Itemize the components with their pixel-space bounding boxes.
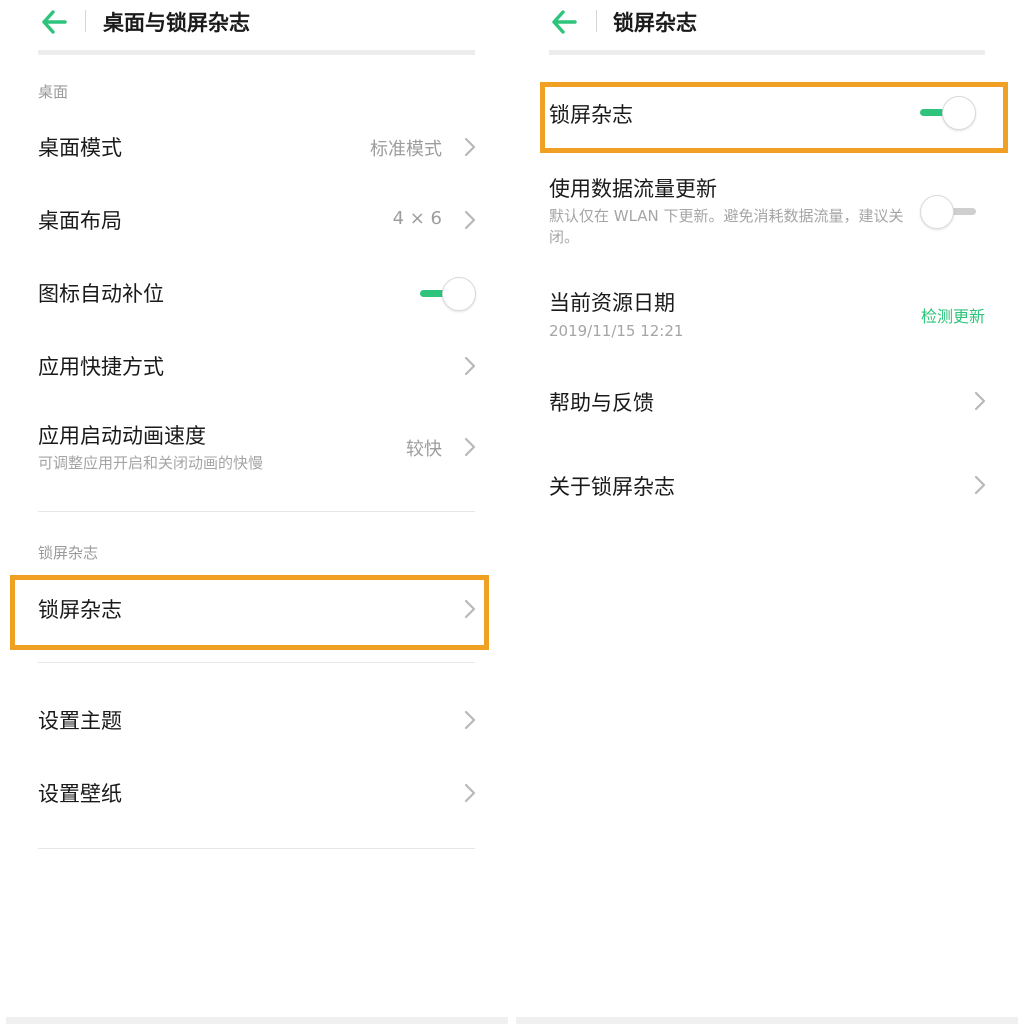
row-title: 设置主题 xyxy=(38,705,122,735)
section-label-lock-magazine: 锁屏杂志 xyxy=(38,542,98,563)
row-subtitle: 默认仅在 WLAN 下更新。避免消耗数据流量，建议关闭。 xyxy=(549,206,909,248)
header-separator xyxy=(596,10,597,32)
desktop-layout-row[interactable]: 桌面布局 4 × 6 xyxy=(0,193,512,249)
help-feedback-row[interactable]: 帮助与反馈 xyxy=(512,372,1024,430)
arrow-left-icon xyxy=(549,8,579,36)
row-title: 锁屏杂志 xyxy=(549,99,633,129)
toggle-knob xyxy=(942,96,976,130)
about-row[interactable]: 关于锁屏杂志 xyxy=(512,456,1024,514)
check-update-link[interactable]: 检测更新 xyxy=(921,303,985,327)
toggle-knob xyxy=(442,277,476,311)
section-divider xyxy=(38,511,475,512)
section-divider xyxy=(38,662,475,663)
row-title: 桌面布局 xyxy=(38,205,122,235)
icon-autofill-toggle[interactable] xyxy=(420,276,476,312)
row-value: 标准模式 xyxy=(370,135,442,161)
row-title: 图标自动补位 xyxy=(38,278,164,308)
arrow-left-icon xyxy=(39,8,69,36)
chevron-right-icon xyxy=(973,390,987,412)
data-update-toggle[interactable] xyxy=(920,194,976,230)
header: 锁屏杂志 xyxy=(512,0,1024,44)
chevron-right-icon xyxy=(463,598,477,620)
chevron-right-icon xyxy=(463,355,477,377)
app-shortcuts-row[interactable]: 应用快捷方式 xyxy=(0,339,512,395)
row-title: 桌面模式 xyxy=(38,132,122,162)
desktop-lockscreen-settings-panel: 桌面与锁屏杂志 桌面 桌面模式 标准模式 桌面布局 4 × 6 图标自动补位 xyxy=(0,0,512,1024)
chevron-right-icon xyxy=(463,136,477,158)
header-divider xyxy=(549,50,985,55)
section-divider xyxy=(38,848,475,849)
row-title: 使用数据流量更新 xyxy=(549,173,717,203)
row-title: 应用启动动画速度 xyxy=(38,420,206,450)
lock-magazine-settings-panel: 锁屏杂志 锁屏杂志 使用数据流量更新 默认仅在 WLAN 下更新。避免消耗数据流… xyxy=(512,0,1024,1024)
chevron-right-icon xyxy=(973,474,987,496)
row-title: 设置壁纸 xyxy=(38,778,122,808)
header: 桌面与锁屏杂志 xyxy=(0,0,512,44)
set-theme-row[interactable]: 设置主题 xyxy=(0,692,512,748)
row-title: 关于锁屏杂志 xyxy=(549,471,675,501)
chevron-right-icon xyxy=(463,209,477,231)
resource-date-row: 当前资源日期 2019/11/15 12:21 检测更新 xyxy=(512,275,1024,355)
desktop-mode-row[interactable]: 桌面模式 标准模式 xyxy=(0,120,512,176)
row-subtitle: 可调整应用开启和关闭动画的快慢 xyxy=(38,453,263,474)
page-title: 桌面与锁屏杂志 xyxy=(103,7,250,37)
screen: 桌面与锁屏杂志 桌面 桌面模式 标准模式 桌面布局 4 × 6 图标自动补位 xyxy=(0,0,1024,1024)
chevron-right-icon xyxy=(463,436,477,458)
chevron-right-icon xyxy=(463,782,477,804)
lock-magazine-row[interactable]: 锁屏杂志 xyxy=(0,580,512,640)
page-title: 锁屏杂志 xyxy=(613,7,697,37)
data-update-row[interactable]: 使用数据流量更新 默认仅在 WLAN 下更新。避免消耗数据流量，建议关闭。 xyxy=(512,160,1024,260)
row-title: 应用快捷方式 xyxy=(38,351,164,381)
row-title: 帮助与反馈 xyxy=(549,387,654,417)
row-title: 当前资源日期 xyxy=(549,287,675,317)
row-value: 4 × 6 xyxy=(393,208,442,229)
launch-animation-row[interactable]: 应用启动动画速度 可调整应用开启和关闭动画的快慢 较快 xyxy=(0,410,512,486)
section-label-desktop: 桌面 xyxy=(38,81,68,102)
toggle-knob xyxy=(920,195,954,229)
row-subtitle: 2019/11/15 12:21 xyxy=(549,321,683,342)
row-value: 较快 xyxy=(406,435,442,461)
bottom-bar xyxy=(516,1017,1018,1024)
lock-magazine-toggle-row[interactable]: 锁屏杂志 xyxy=(512,85,1024,149)
icon-autofill-row[interactable]: 图标自动补位 xyxy=(0,266,512,322)
set-wallpaper-row[interactable]: 设置壁纸 xyxy=(0,765,512,821)
back-button[interactable] xyxy=(39,8,69,36)
chevron-right-icon xyxy=(463,709,477,731)
bottom-bar xyxy=(6,1017,508,1024)
header-separator xyxy=(85,10,86,32)
header-divider xyxy=(38,50,475,55)
row-title: 锁屏杂志 xyxy=(38,594,122,624)
back-button[interactable] xyxy=(549,8,579,36)
lock-magazine-toggle[interactable] xyxy=(920,95,976,131)
